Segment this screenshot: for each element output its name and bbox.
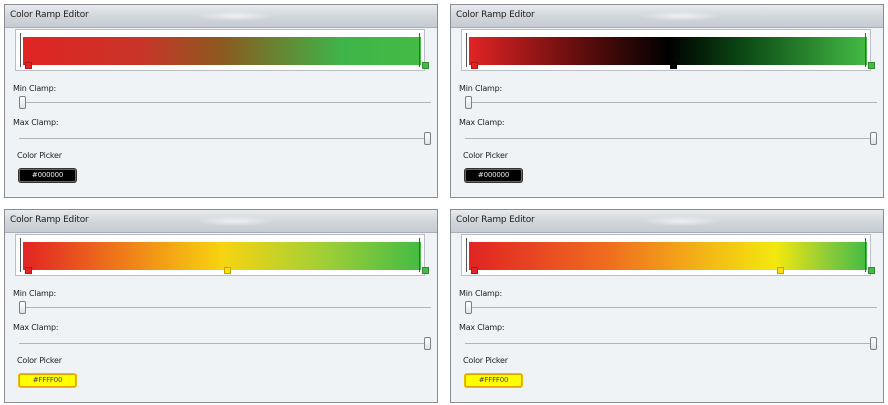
color-picker-label: Color Picker (17, 356, 62, 365)
title-bar-highlight (641, 11, 721, 21)
color-stop-marker[interactable] (25, 62, 32, 69)
min-clamp-label: Min Clamp: (13, 289, 57, 298)
color-ramp-area[interactable] (15, 29, 425, 71)
color-ramp-gradient[interactable] (469, 242, 867, 270)
max-clamp-slider-thumb[interactable] (870, 132, 877, 145)
min-clamp-slider-track[interactable] (465, 102, 877, 103)
max-clamp-slider-thumb[interactable] (424, 337, 431, 350)
color-stop-marker[interactable] (868, 267, 875, 274)
title-bar[interactable]: Color Ramp Editor (451, 210, 883, 233)
ramp-right-edge (865, 238, 866, 272)
max-clamp-slider-track[interactable] (465, 138, 877, 139)
color-stop-marker[interactable] (777, 267, 784, 274)
title-bar-highlight (195, 11, 275, 21)
color-stop-marker[interactable] (670, 62, 677, 69)
color-ramp-gradient[interactable] (469, 37, 867, 65)
ramp-left-edge (20, 33, 21, 67)
color-ramp-area[interactable] (15, 234, 425, 276)
color-ramp-editor-panel: Color Ramp Editor Min Clamp: Max Clamp: … (450, 209, 884, 403)
color-picker-swatch[interactable]: #FFFF00 (19, 374, 76, 387)
window-title: Color Ramp Editor (10, 10, 89, 20)
color-picker-swatch[interactable]: #000000 (19, 169, 76, 182)
title-bar[interactable]: Color Ramp Editor (5, 210, 437, 233)
title-bar[interactable]: Color Ramp Editor (5, 5, 437, 28)
ramp-left-edge (466, 238, 467, 272)
color-ramp-area[interactable] (461, 234, 871, 276)
color-picker-swatch[interactable]: #FFFF00 (465, 374, 522, 387)
max-clamp-label: Max Clamp: (459, 323, 505, 332)
color-ramp-editor-panel: Color Ramp Editor Min Clamp: Max Clamp: … (4, 4, 438, 198)
ramp-right-edge (865, 33, 866, 67)
max-clamp-label: Max Clamp: (13, 323, 59, 332)
ramp-right-edge (419, 238, 420, 272)
window-title: Color Ramp Editor (456, 215, 535, 225)
min-clamp-slider-track[interactable] (19, 307, 431, 308)
color-ramp-gradient[interactable] (23, 242, 421, 270)
max-clamp-slider-track[interactable] (465, 343, 877, 344)
color-picker-swatch[interactable]: #000000 (465, 169, 522, 182)
min-clamp-label: Min Clamp: (13, 84, 57, 93)
ramp-right-edge (419, 33, 420, 67)
color-ramp-editor-panel: Color Ramp Editor Min Clamp: Max Clamp: … (4, 209, 438, 403)
min-clamp-slider-thumb[interactable] (19, 96, 26, 109)
color-ramp-editor-panel: Color Ramp Editor Min Clamp: Max Clamp: … (450, 4, 884, 198)
color-stop-marker[interactable] (471, 62, 478, 69)
max-clamp-slider-thumb[interactable] (870, 337, 877, 350)
title-bar-highlight (195, 216, 275, 226)
title-bar-highlight (641, 216, 721, 226)
color-stop-marker[interactable] (422, 267, 429, 274)
min-clamp-slider-track[interactable] (19, 102, 431, 103)
color-stop-marker[interactable] (868, 62, 875, 69)
min-clamp-label: Min Clamp: (459, 84, 503, 93)
ramp-left-edge (20, 238, 21, 272)
max-clamp-slider-track[interactable] (19, 138, 431, 139)
ramp-left-edge (466, 33, 467, 67)
window-title: Color Ramp Editor (456, 10, 535, 20)
max-clamp-slider-track[interactable] (19, 343, 431, 344)
color-stop-marker[interactable] (25, 267, 32, 274)
color-picker-label: Color Picker (463, 151, 508, 160)
min-clamp-slider-thumb[interactable] (465, 96, 472, 109)
title-bar[interactable]: Color Ramp Editor (451, 5, 883, 28)
max-clamp-label: Max Clamp: (13, 118, 59, 127)
max-clamp-label: Max Clamp: (459, 118, 505, 127)
min-clamp-slider-thumb[interactable] (19, 301, 26, 314)
max-clamp-slider-thumb[interactable] (424, 132, 431, 145)
min-clamp-label: Min Clamp: (459, 289, 503, 298)
color-stop-marker[interactable] (224, 267, 231, 274)
color-stop-marker[interactable] (471, 267, 478, 274)
color-stop-marker[interactable] (422, 62, 429, 69)
color-picker-label: Color Picker (17, 151, 62, 160)
window-title: Color Ramp Editor (10, 215, 89, 225)
min-clamp-slider-track[interactable] (465, 307, 877, 308)
color-picker-label: Color Picker (463, 356, 508, 365)
min-clamp-slider-thumb[interactable] (465, 301, 472, 314)
color-ramp-gradient[interactable] (23, 37, 421, 65)
color-ramp-area[interactable] (461, 29, 871, 71)
